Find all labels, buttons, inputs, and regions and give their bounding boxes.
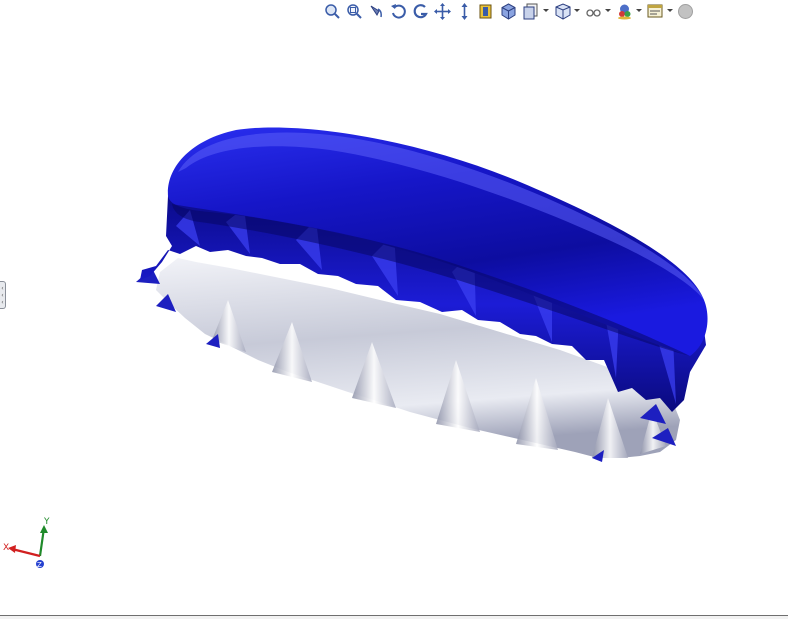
x-axis-label: X — [3, 543, 10, 553]
graphics-area[interactable]: ‹ ‹ ‹ Y X Z — [0, 0, 788, 615]
expand-arrows-icon: ‹ ‹ ‹ — [1, 285, 4, 306]
z-axis-label: Z — [37, 561, 42, 569]
bottle-cap-model[interactable] — [0, 0, 788, 615]
x-axis-arrow-icon — [8, 545, 16, 553]
x-axis — [11, 547, 41, 558]
y-axis-label: Y — [44, 517, 50, 527]
viewport-bottom-border — [0, 615, 788, 619]
panel-expand-handle[interactable]: ‹ ‹ ‹ — [0, 281, 6, 309]
reference-triad: Y X Z — [0, 516, 60, 572]
